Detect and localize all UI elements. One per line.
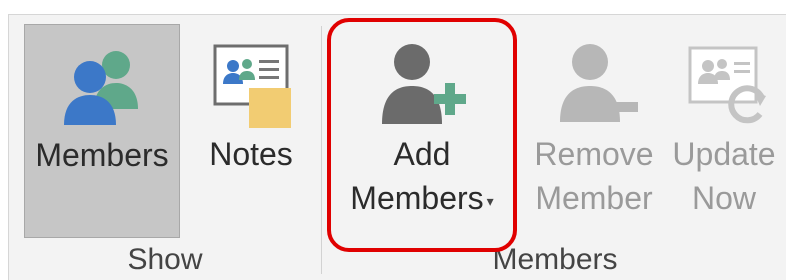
ribbon-top-edge — [0, 0, 786, 15]
update-now-icon — [688, 46, 766, 124]
add-members-button[interactable]: Add Members ▾ — [330, 24, 514, 238]
members-view-button[interactable]: Members — [24, 24, 180, 238]
add-member-icon — [382, 44, 466, 124]
notes-icon — [213, 44, 291, 128]
remove-member-button[interactable]: Remove Member — [526, 24, 662, 238]
members-icon — [64, 51, 138, 125]
update-now-label-line1: Update — [672, 136, 776, 172]
remove-member-icon — [560, 44, 638, 122]
update-now-label-line2: Now — [691, 180, 756, 216]
ribbon-left-edge — [0, 14, 9, 280]
add-members-label-line2: Members ▾ — [350, 180, 494, 216]
add-members-label-line1: Add — [393, 136, 451, 172]
update-now-button[interactable]: Update Now — [668, 24, 780, 238]
members-view-label: Members — [35, 137, 169, 173]
remove-member-label-line1: Remove — [534, 136, 654, 172]
members-group-label: Members — [492, 243, 618, 276]
remove-member-label-line2: Member — [535, 180, 653, 216]
dropdown-caret-icon[interactable]: ▾ — [487, 193, 494, 209]
notes-view-label: Notes — [209, 136, 293, 172]
notes-view-button[interactable]: Notes — [196, 24, 306, 238]
group-separator — [321, 26, 322, 274]
show-group-label: Show — [127, 243, 203, 276]
